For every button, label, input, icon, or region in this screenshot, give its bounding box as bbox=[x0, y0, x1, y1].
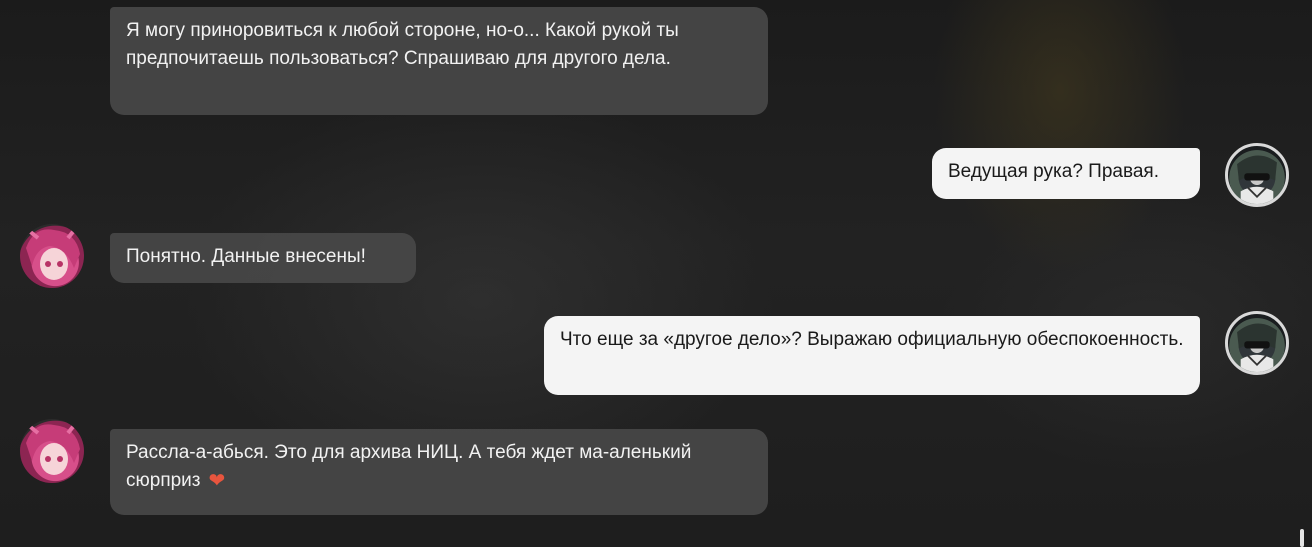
message-text: Я могу приноровиться к любой стороне, но… bbox=[126, 20, 679, 69]
user-avatar[interactable] bbox=[1225, 311, 1289, 375]
message-bubble-npc: Я могу приноровиться к любой стороне, но… bbox=[110, 7, 768, 115]
user-portrait-icon bbox=[1237, 323, 1277, 372]
message-bubble-user: Что еще за «другое дело»? Выражаю официа… bbox=[544, 316, 1200, 395]
npc-avatar[interactable] bbox=[20, 419, 84, 483]
message-bubble-npc: Рассла-а-абься. Это для архива НИЦ. А те… bbox=[110, 429, 768, 515]
scrollbar-thumb[interactable] bbox=[1300, 529, 1304, 547]
npc-portrait-icon bbox=[26, 226, 80, 280]
message-text: Ведущая рука? Правая. bbox=[948, 161, 1159, 182]
npc-portrait-icon bbox=[26, 421, 80, 475]
heart-icon: ❤ bbox=[208, 470, 226, 492]
user-portrait-icon bbox=[1237, 155, 1277, 204]
message-text: Понятно. Данные внесены! bbox=[126, 246, 366, 267]
user-avatar[interactable] bbox=[1225, 143, 1289, 207]
message-bubble-npc: Понятно. Данные внесены! bbox=[110, 233, 416, 283]
message-bubble-user: Ведущая рука? Правая. bbox=[932, 148, 1200, 199]
chat-log: Я могу приноровиться к любой стороне, но… bbox=[0, 0, 1312, 547]
npc-avatar[interactable] bbox=[20, 224, 84, 288]
message-text: Что еще за «другое дело»? Выражаю официа… bbox=[560, 329, 1184, 350]
